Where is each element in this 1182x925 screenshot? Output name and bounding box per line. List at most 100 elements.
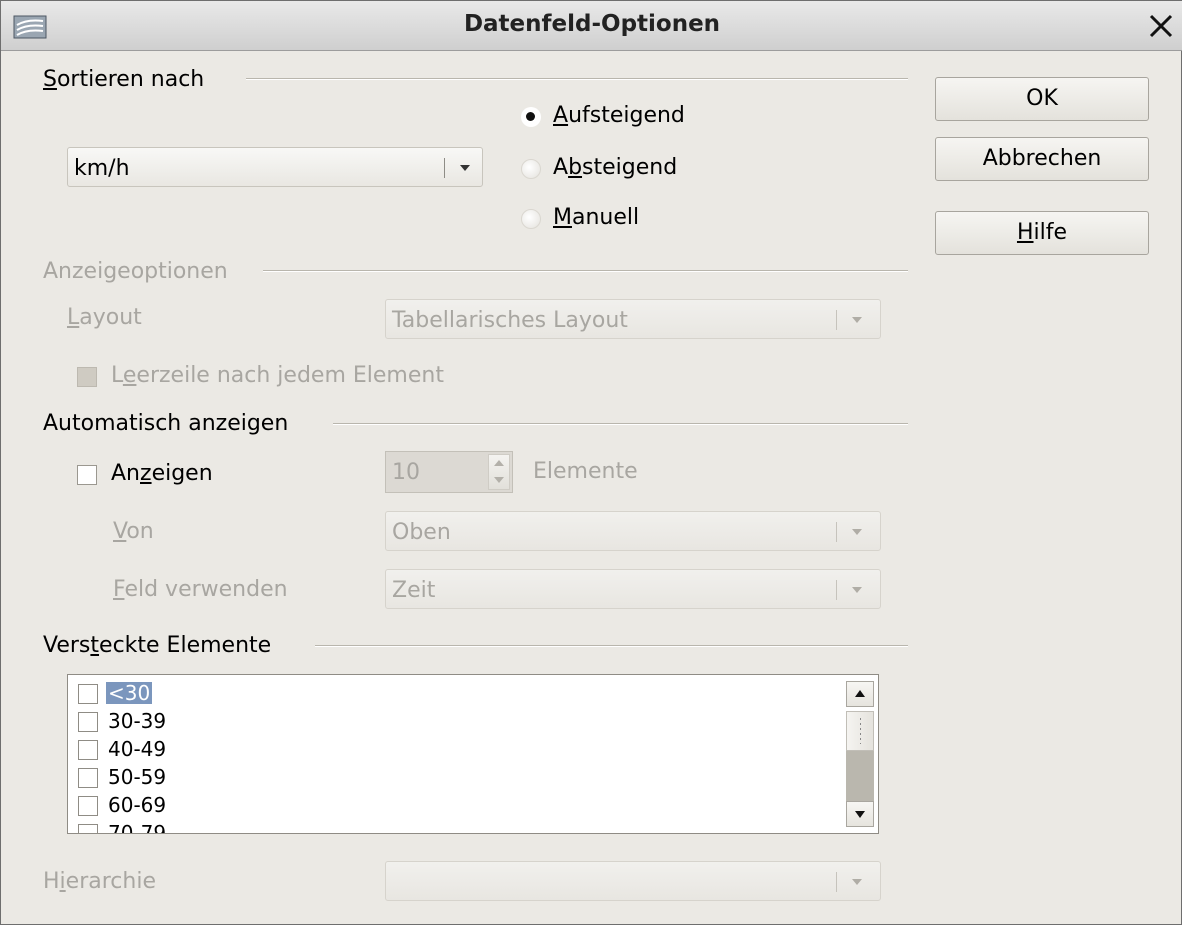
cancel-button[interactable]: Abbrechen <box>935 137 1149 181</box>
use-field-value: Zeit <box>392 578 436 603</box>
list-item-label: 60-69 <box>108 793 167 817</box>
descending-rest: steigend <box>582 155 678 180</box>
sort-group-title: Sortieren nach <box>43 67 204 92</box>
chevron-down-icon <box>852 587 862 593</box>
layout-rest: ayout <box>79 305 142 330</box>
display-group-title: Anzeigeoptionen <box>43 259 228 284</box>
show-mnemonic: z <box>140 461 152 486</box>
empty-line-checkbox[interactable] <box>77 367 97 387</box>
list-item-label: 70-79 <box>108 821 167 834</box>
help-mnemonic: H <box>1016 220 1034 245</box>
sort-group-divider <box>246 78 908 80</box>
spin-up-icon[interactable] <box>494 460 504 466</box>
dropdown-separator <box>836 522 837 542</box>
empty-line-rest: erzeile nach jedem Element <box>136 363 444 388</box>
from-dropdown[interactable]: Oben <box>385 511 881 551</box>
chevron-down-icon <box>852 879 862 885</box>
empty-line-label: Leerzeile nach jedem Element <box>111 363 444 388</box>
list-item-checkbox[interactable] <box>78 768 98 788</box>
close-icon[interactable] <box>1147 12 1175 40</box>
hidden-mnemonic: t <box>90 633 100 658</box>
use-field-mnemonic: F <box>113 577 125 602</box>
count-value: 10 <box>392 460 420 485</box>
title-bar: Datenfeld-Optionen <box>1 1 1182 51</box>
empty-line-mnemonic: e <box>122 363 137 388</box>
help-rest: ilfe <box>1033 220 1068 245</box>
list-item-checkbox[interactable] <box>78 684 98 704</box>
list-scrollbar[interactable] <box>846 681 874 827</box>
spin-arrows[interactable] <box>488 454 510 490</box>
spin-down-icon[interactable] <box>494 477 504 483</box>
chevron-down-icon <box>852 317 862 323</box>
scroll-track[interactable] <box>846 751 874 801</box>
show-label[interactable]: Anzeigen <box>111 461 213 486</box>
display-group-divider <box>263 270 908 272</box>
label-manual[interactable]: Manuell <box>553 205 639 230</box>
sort-field-dropdown[interactable]: km/h <box>67 147 483 187</box>
list-item-checkbox[interactable] <box>78 824 98 833</box>
use-field-rest: eld verwenden <box>124 577 288 602</box>
list-item-label: 40-49 <box>108 737 167 761</box>
list-item-label: 30-39 <box>108 709 167 733</box>
sort-title-mnemonic: S <box>43 67 57 92</box>
auto-show-group-divider <box>333 423 908 425</box>
show-part1: An <box>111 461 140 486</box>
from-label: Von <box>113 519 154 544</box>
layout-value: Tabellarisches Layout <box>392 308 628 333</box>
layout-label: Layout <box>67 305 142 330</box>
hidden-items-list[interactable]: <30 30-39 40-49 50-59 60-69 70-79 <box>67 674 879 834</box>
dialog-window: Datenfeld-Optionen Sortieren nach km/h A… <box>0 0 1182 925</box>
elements-label: Elemente <box>533 459 638 484</box>
dropdown-separator <box>836 310 837 330</box>
radio-manual[interactable] <box>521 209 541 229</box>
hierarchy-dropdown[interactable] <box>385 861 881 901</box>
layout-mnemonic: L <box>67 305 80 330</box>
show-rest: eigen <box>151 461 213 486</box>
list-item-checkbox[interactable] <box>78 796 98 816</box>
ascending-rest: ufsteigend <box>568 103 685 128</box>
manual-rest: anuell <box>571 205 640 230</box>
label-descending[interactable]: Absteigend <box>553 155 677 180</box>
ok-button[interactable]: OK <box>935 77 1149 121</box>
hidden-rest: eckte Elemente <box>99 633 272 658</box>
use-field-dropdown[interactable]: Zeit <box>385 569 881 609</box>
list-item-checkbox[interactable] <box>78 740 98 760</box>
help-button[interactable]: Hilfe <box>935 211 1149 255</box>
window-title: Datenfeld-Optionen <box>463 11 721 37</box>
from-value: Oben <box>392 520 451 545</box>
list-item-label: 50-59 <box>108 765 167 789</box>
scroll-up-icon[interactable] <box>846 681 874 707</box>
descending-part1: A <box>553 155 569 180</box>
manual-mnemonic: M <box>553 205 572 230</box>
dropdown-separator <box>444 158 445 178</box>
scroll-thumb[interactable] <box>846 711 874 751</box>
list-item-label: <30 <box>106 681 153 705</box>
label-ascending[interactable]: Aufsteigend <box>553 103 685 128</box>
dropdown-separator <box>836 580 837 600</box>
chevron-down-icon <box>460 165 470 171</box>
hidden-group-title: Versteckte Elemente <box>43 633 271 658</box>
descending-mnemonic: b <box>568 155 583 180</box>
from-mnemonic: V <box>113 519 127 544</box>
from-rest: on <box>126 519 154 544</box>
hierarchy-part1: H <box>43 869 60 894</box>
empty-line-part1: L <box>111 363 123 388</box>
hierarchy-rest: erarchie <box>65 869 156 894</box>
dropdown-separator <box>836 872 837 892</box>
sort-title-rest: ortieren nach <box>56 67 205 92</box>
use-field-label: Feld verwenden <box>113 577 288 602</box>
list-item-checkbox[interactable] <box>78 712 98 732</box>
hidden-group-divider <box>315 645 908 647</box>
scroll-down-icon[interactable] <box>846 801 874 827</box>
hidden-part1: Vers <box>43 633 91 658</box>
sort-field-value: km/h <box>74 156 130 181</box>
ascending-mnemonic: A <box>553 103 569 128</box>
auto-show-group-title: Automatisch anzeigen <box>43 411 289 436</box>
hierarchy-label: Hierarchie <box>43 869 156 894</box>
radio-ascending[interactable] <box>521 107 541 127</box>
radio-descending[interactable] <box>521 159 541 179</box>
count-spinbox[interactable]: 10 <box>385 451 513 493</box>
chevron-down-icon <box>852 529 862 535</box>
show-checkbox[interactable] <box>77 465 97 485</box>
layout-dropdown[interactable]: Tabellarisches Layout <box>385 299 881 339</box>
